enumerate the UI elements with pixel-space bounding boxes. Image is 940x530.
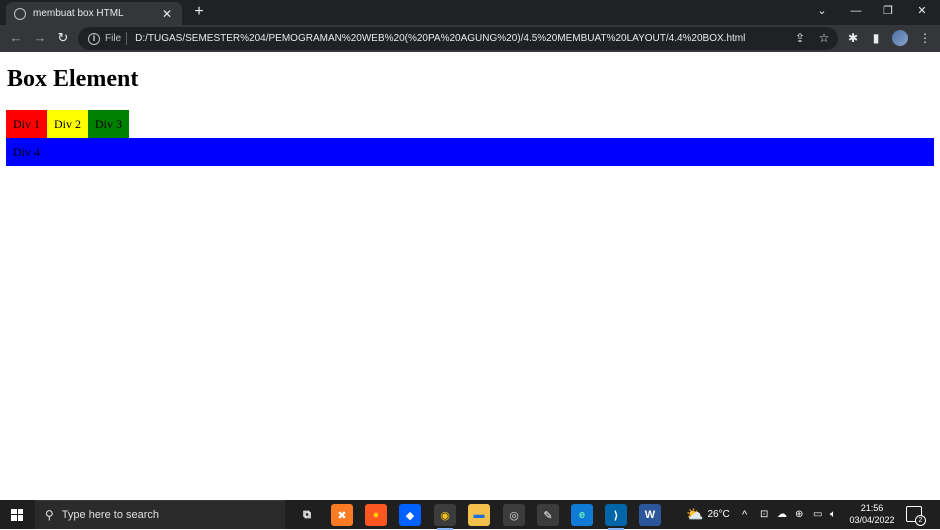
tab-close-icon[interactable]: ✕ <box>160 7 174 21</box>
page-viewport: Box Element Div 1 Div 2 Div 3 Div 4 <box>0 52 940 498</box>
word-icon[interactable]: W <box>639 504 661 526</box>
globe-icon <box>14 7 26 20</box>
edge-icon[interactable]: e <box>571 504 593 526</box>
menu-icon[interactable]: ⋮ <box>917 30 933 46</box>
dropbox-icon[interactable]: ◆ <box>399 504 421 526</box>
browser-tab[interactable]: membuat box HTML ✕ <box>6 2 182 25</box>
meet-now-icon[interactable]: ⊡ <box>760 500 768 529</box>
taskbar: ⚲ Type here to search ⧉ ✖ ● ◆ ◉ ▬ ◎ ✎ e ⟩ W ⛅ 26°C… <box>0 500 940 530</box>
notification-icon[interactable]: 2 <box>906 506 926 526</box>
battery-icon[interactable]: ▭ <box>813 500 822 529</box>
windows-logo-icon <box>11 508 23 521</box>
restore-button[interactable]: ❐ <box>878 3 898 19</box>
clock-date: 03/04/2022 <box>849 515 895 525</box>
clock[interactable]: 21:56 03/04/2022 <box>846 502 898 526</box>
taskbar-search[interactable]: ⚲ Type here to search <box>35 500 285 529</box>
tab-search-icon[interactable]: ⌄ <box>812 3 832 19</box>
extensions-icon[interactable]: ✱ <box>845 30 861 46</box>
info-icon[interactable]: i <box>88 32 100 45</box>
chrome-icon[interactable]: ◉ <box>434 504 456 530</box>
page-heading: Box Element <box>7 66 139 92</box>
reload-button[interactable]: ↻ <box>55 30 71 46</box>
box-div-1: Div 1 <box>6 110 47 138</box>
share-icon[interactable]: ⇪ <box>792 30 808 46</box>
obs-icon[interactable]: ◎ <box>503 504 525 526</box>
search-placeholder: Type here to search <box>61 509 160 521</box>
new-tab-button[interactable]: + <box>190 3 208 21</box>
bookmark-star-icon[interactable]: ☆ <box>816 30 832 46</box>
box-div-2: Div 2 <box>47 110 88 138</box>
xampp-icon[interactable]: ✖ <box>331 504 353 526</box>
url-text[interactable]: D:/TUGAS/SEMESTER%204/PEMOGRAMAN%20WEB%2… <box>135 33 745 44</box>
start-button[interactable] <box>0 500 34 529</box>
volume-icon[interactable]: 🔈︎ <box>830 500 836 529</box>
profile-avatar[interactable] <box>892 30 908 46</box>
vscode-icon[interactable]: ⟩ <box>605 504 627 530</box>
close-window-button[interactable]: ✕ <box>912 3 932 19</box>
tab-title: membuat box HTML <box>33 8 124 19</box>
tray-chevron-icon[interactable]: ^ <box>742 500 747 529</box>
side-panel-icon[interactable]: ▮ <box>868 30 884 46</box>
weather-temp: 26°C <box>707 509 730 520</box>
inkscape-icon[interactable]: ✎ <box>537 504 559 526</box>
weather-cloud-icon: ⛅ <box>686 506 704 522</box>
scheme-label: File <box>105 33 122 44</box>
forward-button[interactable]: → <box>32 30 48 46</box>
divider <box>126 32 128 45</box>
clock-time: 21:56 <box>860 503 884 513</box>
onedrive-icon[interactable]: ☁ <box>777 500 787 529</box>
file-explorer-icon[interactable]: ▬ <box>468 504 490 526</box>
tab-strip: membuat box HTML ✕ + ⌄ — ❐ ✕ <box>0 0 940 25</box>
network-icon[interactable]: ⊕ <box>795 500 803 529</box>
weather-widget[interactable]: ⛅ 26°C <box>686 500 730 529</box>
notification-count: 2 <box>915 515 926 526</box>
browser-toolbar: ← → ↻ i File D:/TUGAS/SEMESTER%204/PEMOG… <box>0 25 940 52</box>
firefox-icon[interactable]: ● <box>365 504 387 526</box>
back-button[interactable]: ← <box>8 30 24 46</box>
box-div-3: Div 3 <box>88 110 129 138</box>
task-view-icon[interactable]: ⧉ <box>296 504 318 526</box>
minimize-button[interactable]: — <box>846 3 866 19</box>
address-bar[interactable]: i File D:/TUGAS/SEMESTER%204/PEMOGRAMAN%… <box>78 27 838 50</box>
box-div-4: Div 4 <box>6 138 934 166</box>
search-icon: ⚲ <box>45 508 54 522</box>
